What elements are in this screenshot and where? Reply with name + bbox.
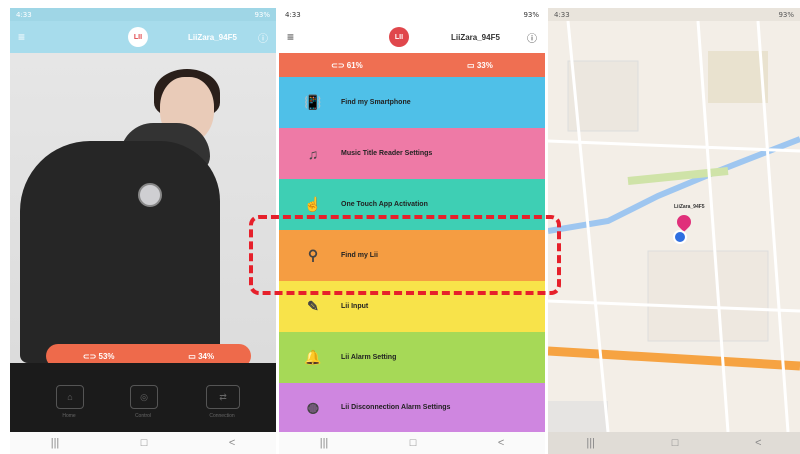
menu-icon[interactable]: ≡ [18,30,25,44]
home-button[interactable]: □ [672,437,679,449]
info-icon[interactable]: ⓘ [527,30,537,45]
device-name: LiiZara_94F5 [188,33,237,42]
menu-item-music-title-reader[interactable]: ♫ Music Title Reader Settings [279,128,545,179]
app-logo: LII [128,27,148,47]
model-jacket [20,141,220,363]
menu-item-label: Music Title Reader Settings [341,150,433,157]
home-button[interactable]: □ [141,437,148,449]
app-logo-text: LII [133,33,143,41]
menu-item-label: Lii Disconnection Alarm Settings [341,404,451,411]
android-nav-bar: ||| □ < [548,432,800,454]
android-nav-bar: ||| □ < [279,432,545,454]
device-name: LiiZara_94F5 [451,33,500,42]
product-photo [10,53,276,363]
battery-phone: ▭ 33% [467,60,493,70]
battery-device-value: 61% [346,60,363,70]
tab-home-label: Home [62,413,76,419]
battery-phone: ▭ 34% [188,351,215,361]
status-battery: 93% [254,10,270,19]
connection-icon[interactable]: ⇄ [206,385,240,409]
app-bar: ≡ LII LiiZara_94F5 ⓘ [279,21,545,53]
menu-item-label: Lii Input [341,303,369,310]
map-block [708,51,768,103]
status-battery: 93% [523,10,539,19]
recent-apps-button[interactable]: ||| [320,437,329,449]
menu-item-label: One Touch App Activation [341,201,428,208]
status-time: 4:33 [285,10,301,19]
music-icon: ♫ [307,145,319,162]
battery-phone-value: 33% [476,60,493,70]
map-view[interactable] [548,21,800,432]
back-button[interactable]: < [755,437,761,449]
input-icon: ✎ [307,298,319,314]
info-icon[interactable]: ⓘ [258,30,268,45]
home-icon[interactable]: ⌂ [56,385,84,409]
battery-phone-value: 34% [198,351,215,361]
back-button[interactable]: < [229,437,235,449]
tab-control-label: Control [134,413,152,419]
map-screen: 4:33 93% LiiZara_94F5 ||| □ < [548,8,800,454]
menu-item-alarm-setting[interactable]: 🔔 Lii Alarm Setting [279,332,545,383]
map-block [548,401,608,432]
recent-apps-button[interactable]: ||| [51,437,60,449]
touch-icon: ☝ [304,196,322,212]
status-time: 4:33 [16,10,32,19]
menu-icon[interactable]: ≡ [287,30,294,44]
fingerprint-icon: ◍ [306,399,320,415]
recent-apps-button[interactable]: ||| [586,437,595,449]
highlight-box [249,215,561,295]
menu-item-label: Find my Smartphone [341,99,411,106]
battery-device: ⊂⊃ 53% [82,351,115,361]
battery-device: ⊂⊃ 61% [331,60,363,70]
app-logo-text: LII [394,33,404,41]
lii-device-pin [138,183,162,207]
control-icon[interactable]: ◎ [130,385,158,409]
current-location-icon [673,230,687,244]
phone-vibrate-icon: 📳 [304,94,322,110]
home-screen: 4:33 93% ≡ LII LiiZara_94F5 ⓘ ⊂⊃ 53% ▭ 3… [10,8,276,454]
home-button[interactable]: □ [410,437,417,449]
status-battery: 93% [778,10,794,19]
status-bar: 4:33 93% [10,8,276,21]
app-logo: LII [389,27,409,47]
bottom-tab-bar: ⌂ Home ◎ Control ⇄ Connection [10,363,276,432]
bell-icon: 🔔 [304,349,322,365]
app-bar: ≡ LII LiiZara_94F5 ⓘ [10,21,276,53]
battery-device-value: 53% [98,351,115,361]
android-nav-bar: ||| □ < [10,432,276,454]
map-pin-label: LiiZara_94F5 [674,204,705,210]
menu-item-disconnection-alarm[interactable]: ◍ Lii Disconnection Alarm Settings [279,383,545,432]
menu-item-find-smartphone[interactable]: 📳 Find my Smartphone [279,77,545,128]
back-button[interactable]: < [498,437,504,449]
battery-bar: ⊂⊃ 61% ▭ 33% [279,53,545,77]
tab-connection-label: Connection [209,413,235,419]
map-block [647,250,769,342]
status-time: 4:33 [554,10,570,19]
status-bar: 4:33 93% [279,8,545,21]
status-bar: 4:33 93% [548,8,800,21]
menu-item-label: Lii Alarm Setting [341,354,397,361]
